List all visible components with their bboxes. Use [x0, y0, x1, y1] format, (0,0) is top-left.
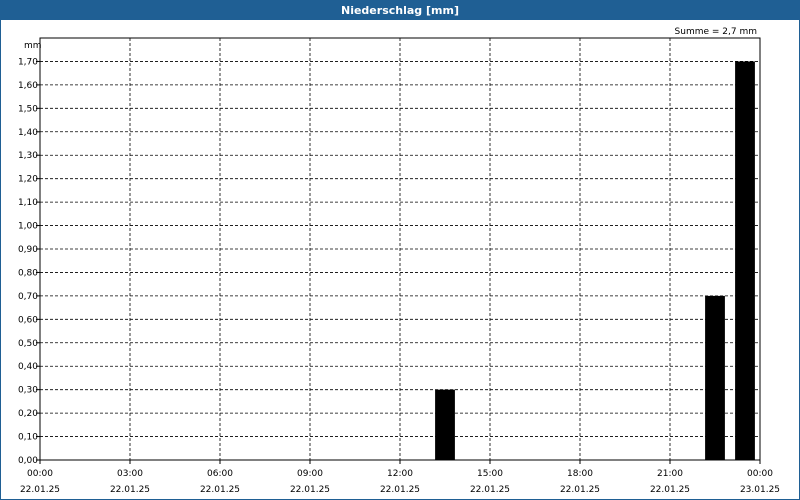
x-tick-time-label: 15:00: [477, 469, 503, 479]
x-tick-date-label: 22.01.25: [650, 485, 690, 495]
x-tick-time-label: 18:00: [567, 469, 593, 479]
x-tick-date-label: 22.01.25: [470, 485, 510, 495]
y-tick-label: 0,20: [18, 409, 38, 419]
y-tick-label: 0,60: [18, 315, 38, 325]
y-tick-label: 1,70: [18, 57, 38, 67]
precipitation-chart: 0,00 0,10 0,20 0,30 0,40 0,50 0,60 0,70 0,80 0,90…: [18, 27, 780, 495]
precipitation-bar: [705, 295, 725, 460]
x-tick-date-label: 22.01.25: [110, 485, 150, 495]
y-tick-label: 0,70: [18, 292, 38, 302]
x-tick-date-label: 23.01.25: [740, 485, 780, 495]
y-tick-label: 0,50: [18, 339, 38, 349]
y-tick-label: 1,00: [18, 222, 38, 232]
bars: [435, 61, 755, 460]
y-tick-label: 0,90: [18, 245, 38, 255]
grid: [40, 38, 760, 460]
y-tick-label: 1,20: [18, 175, 38, 185]
x-tick-time-label: 00:00: [27, 469, 53, 479]
x-tick-date-label: 22.01.25: [290, 485, 330, 495]
x-tick-date-label: 22.01.25: [20, 485, 60, 495]
x-tick-time-label: 21:00: [657, 469, 683, 479]
y-tick-label: 0,30: [18, 386, 38, 396]
labels: 0,00 0,10 0,20 0,30 0,40 0,50 0,60 0,70 0,80 0,90…: [18, 57, 780, 495]
x-tick-time-label: 12:00: [387, 469, 413, 479]
x-tick-date-label: 22.01.25: [380, 485, 420, 495]
x-tick-date-label: 22.01.25: [200, 485, 240, 495]
axes: [36, 37, 761, 464]
x-tick-time-label: 06:00: [207, 469, 233, 479]
y-tick-label: 0,80: [18, 268, 38, 278]
y-tick-label: 0,00: [18, 456, 38, 466]
y-tick-label: 1,30: [18, 151, 38, 161]
y-tick-label: 1,50: [18, 104, 38, 114]
x-tick-date-label: 22.01.25: [560, 485, 600, 495]
precipitation-bar: [735, 61, 755, 460]
y-axis-label: mm: [24, 41, 42, 51]
x-tick-time-label: 03:00: [117, 469, 143, 479]
precipitation-bar: [435, 389, 455, 460]
y-tick-label: 0,10: [18, 433, 38, 443]
y-tick-label: 1,40: [18, 128, 38, 138]
x-tick-time-label: 00:00: [747, 469, 773, 479]
y-tick-label: 0,40: [18, 362, 38, 372]
y-tick-label: 1,10: [18, 198, 38, 208]
sum-annotation: Summe = 2,7 mm: [675, 27, 757, 37]
x-tick-time-label: 09:00: [297, 469, 323, 479]
y-tick-label: 1,60: [18, 81, 38, 91]
